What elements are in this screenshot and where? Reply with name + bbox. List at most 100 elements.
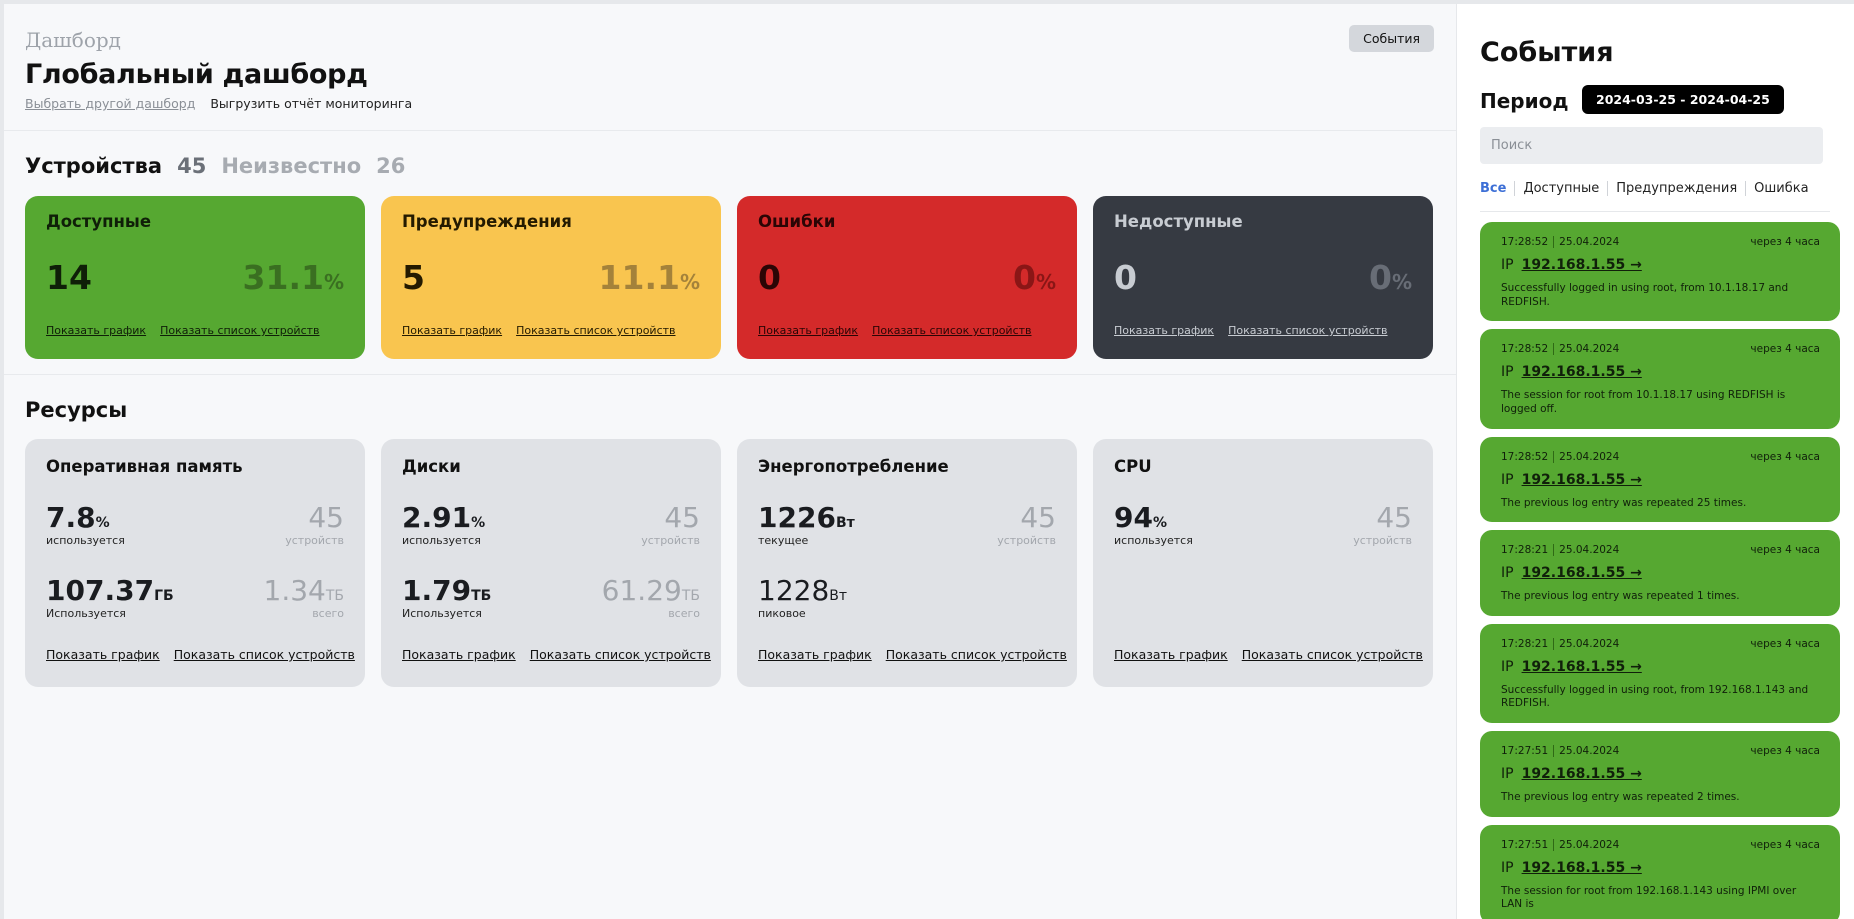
event-message: The previous log entry was repeated 2 ti… — [1501, 791, 1740, 804]
card-title: Энергопотребление — [758, 457, 949, 476]
period-picker[interactable]: 2024-03-25 - 2024-04-25 — [1582, 85, 1784, 114]
card-links: Показать график Показать список устройст… — [46, 647, 355, 662]
disk-devices-count: 45 устройств — [641, 501, 700, 547]
ip-link[interactable]: 192.168.1.55 → — [1522, 860, 1642, 876]
event-date: 25.04.2024 — [1559, 544, 1620, 557]
event-time: 17:27:51 — [1501, 745, 1549, 758]
event-relative-time: через 4 часа — [1750, 343, 1820, 356]
event-message: Successfully logged in using root, from … — [1501, 683, 1809, 710]
show-chart-link[interactable]: Показать график — [402, 647, 516, 662]
card-links: Показать график Показать список устройст… — [1114, 324, 1388, 337]
unknown-label: Неизвестно — [221, 154, 362, 178]
divider — [4, 130, 1456, 131]
ram-usage-percent: 7.8% используется — [46, 501, 125, 547]
event-item[interactable]: 17:28:21 25.04.2024 через 4 часа IP 192.168… — [1480, 623, 1840, 724]
event-message: The previous log entry was repeated 25 t… — [1501, 496, 1747, 509]
show-chart-link[interactable]: Показать график — [758, 647, 872, 662]
power-devices-count: 45 устройств — [997, 501, 1056, 547]
show-chart-link[interactable]: Показать график — [46, 324, 146, 337]
status-card-available: Доступные 14 31.1% Показать график Показ… — [25, 196, 365, 359]
card-links: Показать график Показать список устройст… — [46, 324, 320, 337]
ip-label: IP — [1501, 658, 1514, 675]
ip-label: IP — [1501, 859, 1514, 876]
choose-dashboard-link[interactable]: Выбрать другой дашборд — [25, 96, 195, 111]
disk-used-amount: 1.79ТБ Используется — [402, 574, 492, 620]
card-percent: 0% — [1368, 258, 1412, 297]
show-chart-link[interactable]: Показать график — [1114, 647, 1228, 662]
show-devices-link[interactable]: Показать список устройств — [160, 324, 319, 337]
search-input[interactable] — [1480, 127, 1823, 164]
filter-error[interactable]: Ошибка — [1745, 181, 1816, 196]
card-links: Показать график Показать список устройст… — [402, 647, 711, 662]
page-title: Глобальный дашборд — [25, 59, 368, 90]
show-chart-link[interactable]: Показать график — [402, 324, 502, 337]
event-message: The session for root from 10.1.18.17 usi… — [1501, 389, 1786, 415]
card-title: Ошибки — [758, 212, 836, 231]
power-peak: 1228Вт пиковое — [758, 574, 848, 620]
event-item[interactable]: 17:27:51 25.04.2024 через 4 часа IP 192.168… — [1480, 731, 1840, 817]
filter-available[interactable]: Доступные — [1514, 181, 1607, 196]
events-button[interactable]: События — [1349, 25, 1434, 52]
event-relative-time: через 4 часа — [1750, 544, 1820, 557]
resource-card-ram: Оперативная память 7.8% используется 45 … — [25, 439, 365, 687]
event-time: 17:27:51 — [1501, 838, 1549, 851]
cpu-devices-count: 45 устройств — [1353, 501, 1412, 547]
event-item[interactable]: 17:28:52 25.04.2024 через 4 часа IP 192.168… — [1480, 329, 1840, 429]
power-current: 1226Вт текущее — [758, 501, 855, 547]
card-count: 0 — [758, 258, 781, 297]
card-title: Доступные — [46, 212, 152, 231]
event-item[interactable]: 17:28:52 25.04.2024 через 4 часа IP 192.168… — [1480, 222, 1840, 322]
ip-label: IP — [1501, 766, 1514, 783]
event-item[interactable]: 17:28:21 25.04.2024 через 4 часа IP 192.168… — [1480, 530, 1840, 616]
breadcrumb[interactable]: Дашборд — [25, 28, 121, 52]
show-chart-link[interactable]: Показать график — [758, 324, 858, 337]
show-chart-link[interactable]: Показать график — [1114, 324, 1214, 337]
event-item[interactable]: 17:27:51 25.04.2024 через 4 часа IP 192.168… — [1480, 824, 1840, 919]
filter-warnings[interactable]: Предупреждения — [1607, 181, 1745, 196]
divider — [1480, 211, 1830, 212]
show-devices-link[interactable]: Показать список устройств — [886, 647, 1067, 662]
header-links: Выбрать другой дашборд Выгрузить отчёт м… — [25, 96, 412, 111]
devices-label: Устройства — [25, 154, 163, 178]
ip-link[interactable]: 192.168.1.55 → — [1522, 364, 1642, 380]
event-date: 25.04.2024 — [1559, 343, 1620, 356]
ip-link[interactable]: 192.168.1.55 → — [1522, 659, 1642, 675]
ip-link[interactable]: 192.168.1.55 → — [1522, 565, 1642, 581]
status-card-errors: Ошибки 0 0% Показать график Показать спи… — [737, 196, 1077, 359]
export-report-link[interactable]: Выгрузить отчёт мониторинга — [210, 96, 412, 111]
event-filters: Все Доступные Предупреждения Ошибка — [1480, 181, 1817, 196]
ram-used-amount: 107.37ГБ Используется — [46, 574, 174, 620]
event-date: 25.04.2024 — [1559, 637, 1620, 650]
ip-link[interactable]: 192.168.1.55 → — [1522, 766, 1642, 782]
resource-card-disks: Диски 2.91% используется 45 устройств 1.… — [381, 439, 721, 687]
unknown-count: 26 — [376, 154, 406, 178]
event-date: 25.04.2024 — [1559, 745, 1620, 758]
show-devices-link[interactable]: Показать список устройств — [530, 647, 711, 662]
disk-usage-percent: 2.91% используется — [402, 501, 486, 547]
event-time: 17:28:52 — [1501, 450, 1549, 463]
devices-header: Устройства 45 Неизвестно 26 — [25, 154, 405, 178]
event-item[interactable]: 17:28:52 25.04.2024 через 4 часа IP 192.168… — [1480, 436, 1840, 523]
card-links: Показать график Показать список устройст… — [758, 647, 1067, 662]
event-message: The previous log entry was repeated 1 ti… — [1501, 590, 1740, 603]
ip-link[interactable]: 192.168.1.55 → — [1522, 257, 1642, 273]
events-panel: События Период 2024-03-25 - 2024-04-25 В… — [1456, 4, 1854, 919]
show-devices-link[interactable]: Показать список устройств — [1228, 324, 1387, 337]
event-message: The session for root from 192.168.1.143 … — [1501, 884, 1797, 911]
ram-total-amount: 1.34ТБ всего — [263, 574, 345, 620]
ip-label: IP — [1501, 565, 1514, 582]
event-relative-time: через 4 часа — [1750, 236, 1820, 248]
event-date: 25.04.2024 — [1559, 236, 1620, 248]
event-relative-time: через 4 часа — [1750, 745, 1820, 758]
filter-all[interactable]: Все — [1480, 181, 1514, 196]
show-devices-link[interactable]: Показать список устройств — [174, 647, 355, 662]
event-relative-time: через 4 часа — [1750, 637, 1820, 650]
show-devices-link[interactable]: Показать список устройств — [872, 324, 1031, 337]
ip-link[interactable]: 192.168.1.55 → — [1522, 472, 1642, 488]
card-links: Показать график Показать список устройст… — [402, 324, 676, 337]
event-relative-time: через 4 часа — [1750, 838, 1820, 851]
show-devices-link[interactable]: Показать список устройств — [1242, 647, 1423, 662]
show-devices-link[interactable]: Показать список устройств — [516, 324, 675, 337]
show-chart-link[interactable]: Показать график — [46, 647, 160, 662]
divider — [4, 374, 1456, 375]
